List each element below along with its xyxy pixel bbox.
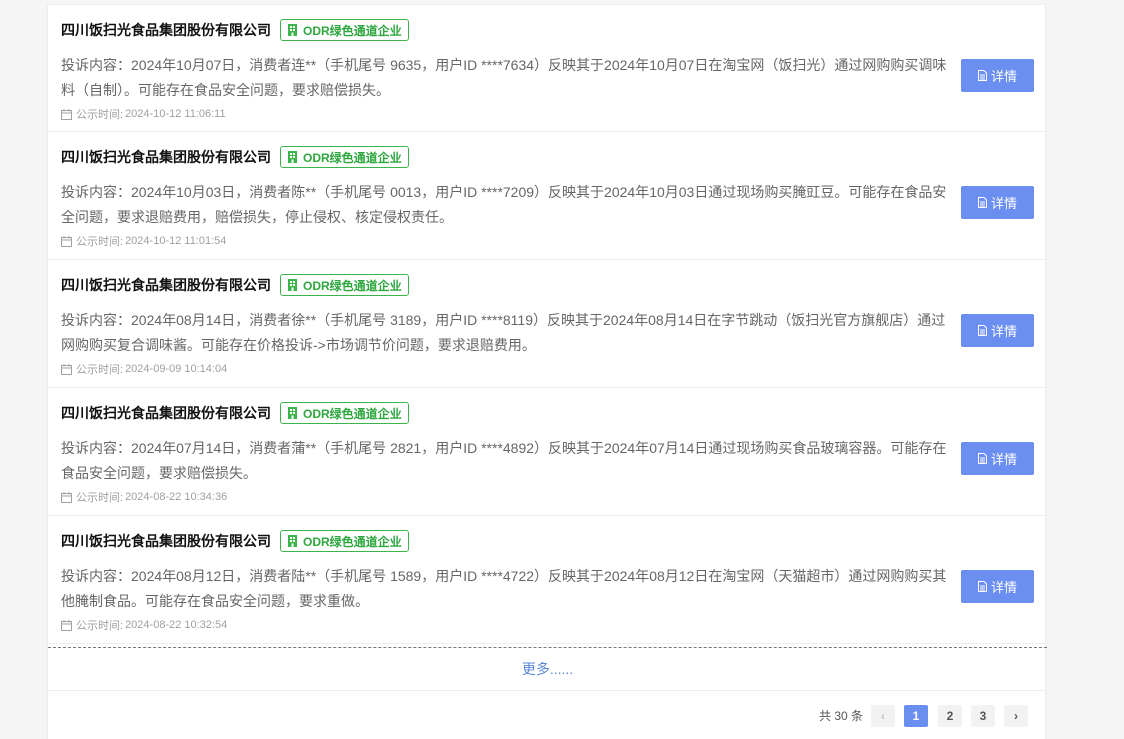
document-icon: [977, 325, 987, 336]
building-icon: [288, 24, 297, 36]
building-icon: [288, 535, 297, 547]
publish-time: 公示时间: 2024-09-09 10:14:04: [61, 361, 227, 377]
item-title-row: 四川饭扫光食品集团股份有限公司 ODR绿色通道企业: [61, 146, 409, 168]
detail-button[interactable]: 详情: [961, 186, 1034, 219]
next-page-button[interactable]: ›: [1004, 705, 1028, 727]
complaint-content: 投诉内容：2024年10月03日，消费者陈**（手机尾号 0013，用户ID *…: [61, 184, 947, 225]
calendar-icon: [61, 363, 72, 375]
list-item: 四川饭扫光食品集团股份有限公司 ODR绿色通道企业 投诉内容：2024年07月1…: [48, 388, 1045, 516]
prev-page-button[interactable]: ‹: [871, 705, 895, 727]
odr-badge: ODR绿色通道企业: [280, 530, 409, 552]
odr-badge: ODR绿色通道企业: [280, 274, 409, 296]
complaint-content: 投诉内容：2024年10月07日，消费者连**（手机尾号 9635，用户ID *…: [61, 57, 947, 98]
odr-badge: ODR绿色通道企业: [280, 402, 409, 424]
detail-button-label: 详情: [990, 580, 1017, 595]
detail-button-label: 详情: [990, 452, 1017, 467]
company-name[interactable]: 四川饭扫光食品集团股份有限公司: [61, 275, 271, 295]
badge-label: ODR绿色通道企业: [303, 534, 402, 549]
odr-badge: ODR绿色通道企业: [280, 19, 409, 41]
list-item: 四川饭扫光食品集团股份有限公司 ODR绿色通道企业 投诉内容：2024年10月0…: [48, 132, 1045, 260]
company-name[interactable]: 四川饭扫光食品集团股份有限公司: [61, 147, 271, 167]
badge-label: ODR绿色通道企业: [303, 406, 402, 421]
detail-button[interactable]: 详情: [961, 59, 1034, 92]
document-icon: [977, 197, 987, 208]
publish-time-label: 公示时间:: [76, 492, 124, 504]
detail-button-label: 详情: [990, 324, 1017, 339]
company-name[interactable]: 四川饭扫光食品集团股份有限公司: [61, 403, 271, 423]
building-icon: [288, 279, 297, 291]
list-item: 四川饭扫光食品集团股份有限公司 ODR绿色通道企业 投诉内容：2024年08月1…: [48, 260, 1045, 388]
complaint-content: 投诉内容：2024年08月14日，消费者徐**（手机尾号 3189，用户ID *…: [61, 312, 946, 353]
building-icon: [288, 407, 297, 419]
publish-time-value: 2024-10-12 11:06:11: [125, 108, 226, 120]
complaint-content: 投诉内容：2024年07月14日，消费者蒲**（手机尾号 2821，用户ID *…: [61, 440, 947, 481]
document-icon: [977, 453, 987, 464]
page-button-1[interactable]: 1: [904, 705, 928, 727]
badge-label: ODR绿色通道企业: [303, 278, 402, 293]
calendar-icon: [61, 235, 72, 247]
publish-time-label: 公示时间:: [76, 236, 124, 248]
pagination: 共 30 条 ‹ 1 2 3 ›: [48, 690, 1047, 735]
more-row: 更多......: [48, 647, 1047, 690]
detail-button-label: 详情: [990, 69, 1017, 84]
calendar-icon: [61, 619, 72, 631]
item-title-row: 四川饭扫光食品集团股份有限公司 ODR绿色通道企业: [61, 402, 409, 424]
item-title-row: 四川饭扫光食品集团股份有限公司 ODR绿色通道企业: [61, 274, 409, 296]
detail-button[interactable]: 详情: [961, 442, 1034, 475]
company-name[interactable]: 四川饭扫光食品集团股份有限公司: [61, 20, 271, 40]
detail-button-label: 详情: [990, 196, 1017, 211]
item-title-row: 四川饭扫光食品集团股份有限公司 ODR绿色通道企业: [61, 530, 409, 552]
publish-time: 公示时间: 2024-08-22 10:32:54: [61, 617, 227, 633]
item-title-row: 四川饭扫光食品集团股份有限公司 ODR绿色通道企业: [61, 19, 409, 41]
publish-time-label: 公示时间:: [76, 364, 124, 376]
publish-time: 公示时间: 2024-10-12 11:01:54: [61, 233, 226, 249]
publish-time: 公示时间: 2024-10-12 11:06:11: [61, 106, 226, 122]
calendar-icon: [61, 491, 72, 503]
list-item: 四川饭扫光食品集团股份有限公司 ODR绿色通道企业 投诉内容：2024年08月1…: [48, 516, 1045, 644]
page-button-3[interactable]: 3: [971, 705, 995, 727]
list-item: 四川饭扫光食品集团股份有限公司 ODR绿色通道企业 投诉内容：2024年10月0…: [48, 4, 1045, 132]
calendar-icon: [61, 108, 72, 120]
company-name[interactable]: 四川饭扫光食品集团股份有限公司: [61, 531, 271, 551]
badge-label: ODR绿色通道企业: [303, 23, 402, 38]
document-icon: [977, 70, 987, 81]
document-icon: [977, 581, 987, 592]
badge-label: ODR绿色通道企业: [303, 150, 402, 165]
detail-button[interactable]: 详情: [961, 314, 1034, 347]
odr-badge: ODR绿色通道企业: [280, 146, 409, 168]
publish-time-value: 2024-10-12 11:01:54: [125, 235, 227, 247]
page-button-2[interactable]: 2: [938, 705, 962, 727]
complaint-list-panel: 四川饭扫光食品集团股份有限公司 ODR绿色通道企业 投诉内容：2024年10月0…: [47, 4, 1047, 739]
publish-time-value: 2024-09-09 10:14:04: [125, 363, 228, 375]
detail-button[interactable]: 详情: [961, 570, 1034, 603]
publish-time-label: 公示时间:: [76, 620, 124, 632]
publish-time-label: 公示时间:: [76, 109, 124, 121]
total-count: 共 30 条: [819, 709, 864, 723]
building-icon: [288, 151, 297, 163]
more-link[interactable]: 更多......: [522, 659, 573, 679]
publish-time-value: 2024-08-22 10:34:36: [125, 491, 228, 503]
complaint-content: 投诉内容：2024年08月12日，消费者陆**（手机尾号 1589，用户ID *…: [61, 568, 947, 609]
publish-time: 公示时间: 2024-08-22 10:34:36: [61, 489, 227, 505]
publish-time-value: 2024-08-22 10:32:54: [125, 619, 228, 631]
